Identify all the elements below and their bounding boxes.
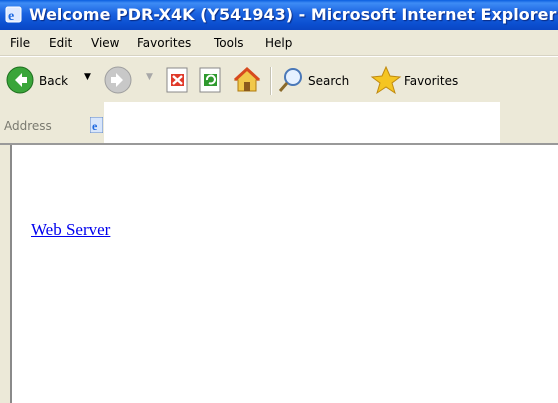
search-button[interactable]: Search [276, 65, 366, 95]
back-button[interactable]: Back ▼ [5, 65, 93, 95]
favorites-label: Favorites [404, 74, 459, 88]
search-icon [278, 68, 302, 92]
search-label: Search [308, 74, 350, 88]
forward-button[interactable]: ▼ [103, 65, 158, 95]
menu-view[interactable]: View [91, 36, 119, 50]
internet-explorer-icon: e [5, 6, 22, 23]
back-dropdown-icon[interactable]: ▼ [84, 72, 91, 82]
address-bar: Address e [0, 102, 558, 145]
menu-edit[interactable]: Edit [49, 36, 72, 50]
stop-icon [166, 67, 188, 93]
home-button[interactable] [232, 65, 262, 95]
address-label: Address [4, 119, 52, 133]
favorites-star-icon [370, 65, 402, 95]
page-icon: e [90, 117, 103, 133]
menu-bar: File Edit View Favorites Tools Help [0, 30, 558, 56]
svg-text:e: e [92, 119, 98, 133]
back-label: Back [39, 74, 69, 88]
page-content: Web Server [10, 145, 558, 403]
favorites-button[interactable]: Favorites [370, 65, 558, 95]
forward-arrow-icon [104, 66, 132, 94]
forward-dropdown-icon[interactable]: ▼ [146, 72, 153, 82]
web-server-link[interactable]: Web Server [31, 220, 110, 240]
address-input[interactable] [104, 102, 500, 143]
standard-toolbar: Back ▼ ▼ Search Favorites [0, 56, 558, 103]
refresh-icon [199, 67, 221, 93]
window-title-bar[interactable]: e Welcome PDR-X4K (Y541943) - Microsoft … [0, 0, 558, 30]
window-title: Welcome PDR-X4K (Y541943) - Microsoft In… [29, 5, 557, 24]
refresh-button[interactable] [198, 65, 226, 95]
menu-help[interactable]: Help [265, 36, 292, 50]
svg-text:e: e [8, 9, 14, 23]
stop-button[interactable] [165, 65, 193, 95]
menu-file[interactable]: File [10, 36, 30, 50]
back-arrow-icon [6, 66, 34, 94]
menu-tools[interactable]: Tools [214, 36, 244, 50]
home-icon [233, 66, 261, 92]
menu-favorites[interactable]: Favorites [137, 36, 191, 50]
